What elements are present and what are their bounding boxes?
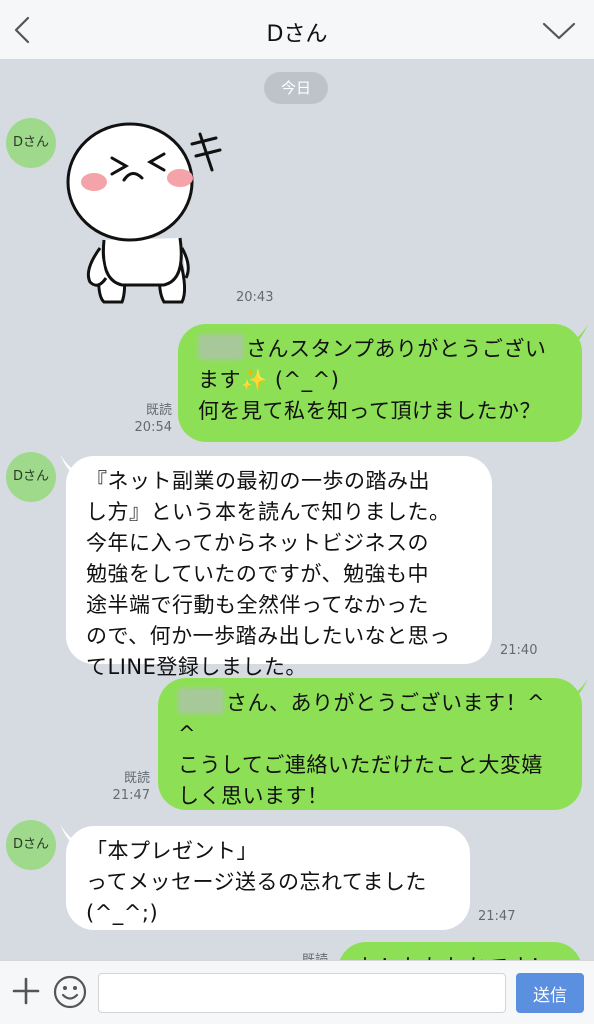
message-line: (^_^;) — [86, 901, 159, 925]
avatar[interactable]: Dさん — [6, 452, 56, 502]
outgoing-message[interactable]: さん、ありがとうございます！^ ^ こうしてご連絡いただけたこと大変嬉 しく思い… — [158, 678, 582, 810]
chevron-down-icon — [542, 22, 576, 40]
date-separator: 今日 — [264, 72, 328, 104]
message-line: 今年に入ってからネットビジネスの — [86, 531, 429, 555]
message-time: 20:43 — [236, 290, 274, 305]
message-time: 21:47 — [478, 909, 516, 924]
plus-icon — [12, 977, 40, 1005]
emoji-button[interactable] — [53, 975, 87, 1009]
message-line: しく思います！ — [178, 784, 329, 808]
message-line: 『ネット副業の最初の一歩の踏み出 — [86, 469, 430, 493]
outgoing-message[interactable]: わ！わわわかです！ — [338, 942, 582, 960]
outgoing-message[interactable]: さんスタンプありがとうござい ます✨ (^_^) 何を見て私を知って頂けましたか… — [178, 324, 582, 442]
incoming-message[interactable]: 「本プレゼント」 ってメッセージ送るの忘れてました (^_^;) — [66, 826, 470, 930]
laughing-face-sticker[interactable] — [60, 120, 230, 310]
blurred-name — [178, 688, 224, 714]
send-button[interactable]: 送信 — [516, 973, 584, 1013]
message-time: 21:47 — [112, 788, 150, 803]
blurred-name — [198, 334, 244, 360]
message-input[interactable] — [98, 973, 506, 1013]
message-line: ので、何か一歩踏み出したいなと思っ — [86, 624, 451, 648]
read-receipt: 既読 — [302, 952, 328, 960]
message-line: し方』という本を読んで知りました。 — [86, 500, 451, 524]
message-line: さん、ありがとうございます！^ — [226, 691, 546, 715]
message-line: 勉強をしていたのですが、勉強も中 — [86, 562, 429, 586]
message-line: 「本プレゼント」 — [86, 839, 258, 863]
read-receipt: 既読 — [145, 403, 172, 418]
add-attachment-button[interactable] — [10, 975, 42, 1007]
read-receipt: 既読 — [123, 771, 150, 786]
chat-title: Dさん — [266, 22, 328, 47]
message-line: 何を見て私を知って頂けましたか？ — [198, 399, 541, 423]
avatar[interactable]: Dさん — [6, 820, 56, 870]
incoming-message[interactable]: 『ネット副業の最初の一歩の踏み出 し方』という本を読んで知りました。 今年に入っ… — [66, 456, 492, 679]
message-line: わ！わわわかです！ — [358, 952, 562, 960]
message-line: ます✨ (^_^) — [198, 368, 340, 392]
message-line: こうしてご連絡いただけたこと大変嬉 — [178, 753, 543, 777]
message-line: さんスタンプありがとうござい — [246, 337, 547, 361]
message-status: 既読 21:47 — [100, 770, 150, 804]
message-status: 既読 20:54 — [120, 402, 172, 436]
message-line: 途半端で行動も全然伴ってなかった — [86, 593, 429, 617]
chat-header: Dさん — [0, 0, 594, 60]
message-line: ってメッセージ送るの忘れてました — [86, 870, 427, 894]
message-time: 20:54 — [134, 420, 172, 435]
chat-timeline[interactable]: 今日 Dさん 20:43 さんスタンプありがとうござい ます✨ (^_^) 何を… — [0, 60, 594, 960]
message-time: 21:40 — [500, 643, 538, 658]
avatar[interactable]: Dさん — [6, 118, 56, 168]
message-line: ^ — [178, 722, 197, 746]
menu-toggle-button[interactable] — [540, 16, 578, 44]
message-input-bar: 送信 — [0, 960, 594, 1024]
smiley-icon — [53, 975, 87, 1009]
